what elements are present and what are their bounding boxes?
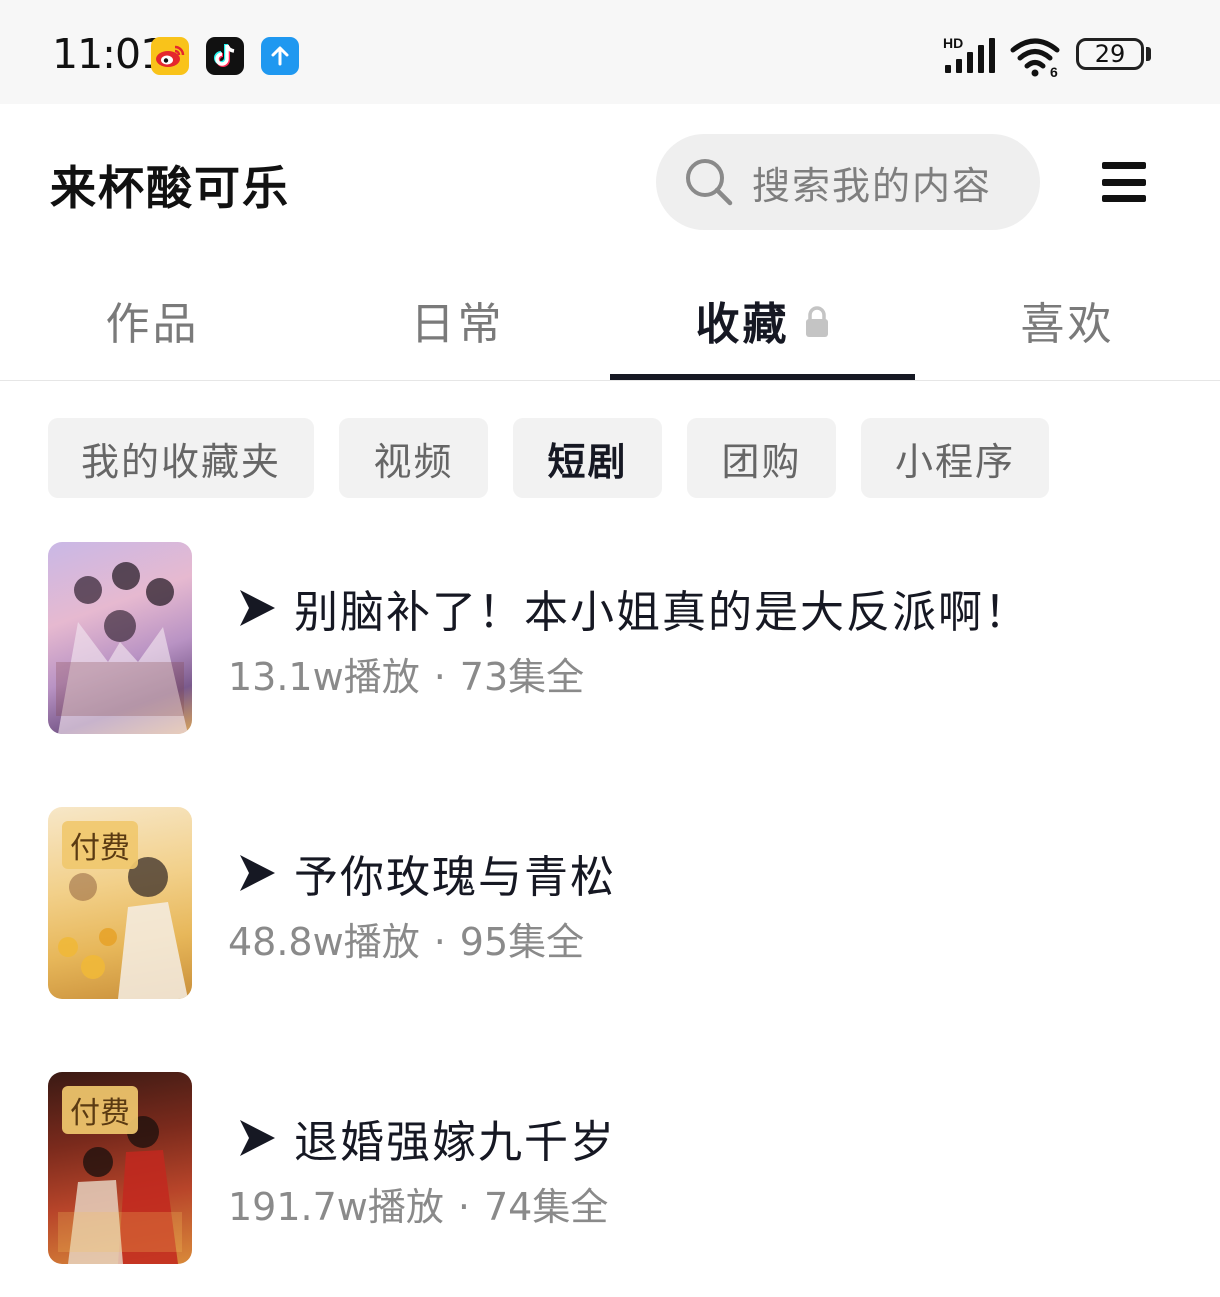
username: 来杯酸可乐	[50, 161, 290, 215]
profile-header: 来杯酸可乐 搜索我的内容	[0, 104, 1220, 260]
tab-label: 喜欢	[1020, 299, 1115, 350]
episode-count: 74集全	[483, 1185, 609, 1229]
menu-bar	[1102, 178, 1146, 186]
search-placeholder: 搜索我的内容	[752, 163, 993, 208]
signal-icon: HD	[943, 35, 999, 79]
tab-daily[interactable]: 日常	[305, 260, 610, 380]
play-count: 13.1w播放	[228, 655, 420, 699]
filter-chip-videos[interactable]: 视频	[339, 418, 488, 498]
tab-label: 作品	[105, 299, 200, 350]
wifi-icon: 6	[1010, 36, 1064, 82]
chip-label: 小程序	[894, 439, 1015, 484]
tab-label: 收藏	[695, 299, 790, 350]
short-drama-icon	[238, 853, 278, 893]
drama-poster[interactable]: 付费	[48, 1072, 192, 1264]
tab-works[interactable]: 作品	[0, 260, 305, 380]
chip-label: 我的收藏夹	[80, 439, 281, 484]
profile-tabs: 作品 日常 收藏 喜欢	[0, 260, 1220, 381]
drama-meta: 13.1w播放 · 73集全	[228, 646, 584, 701]
search-icon	[686, 159, 733, 206]
drama-meta: 48.8w播放 · 95集全	[228, 911, 584, 966]
battery-indicator: 29	[1076, 38, 1144, 70]
drama-title: 别脑补了！本小姐真的是大反派啊！	[238, 576, 1030, 640]
filter-chip-folders[interactable]: 我的收藏夹	[48, 418, 314, 498]
short-drama-icon	[238, 588, 278, 628]
drama-list-item[interactable]: 别脑补了！本小姐真的是大反派啊！ 13.1w播放 · 73集全	[48, 542, 1178, 734]
poster-art	[56, 562, 188, 734]
chip-label: 团购	[721, 439, 802, 484]
menu-button[interactable]	[1102, 162, 1146, 202]
search-input[interactable]: 搜索我的内容	[656, 134, 1040, 230]
play-count: 191.7w播放	[228, 1185, 444, 1229]
meta-separator: ·	[433, 655, 446, 699]
battery-tip	[1146, 47, 1151, 61]
drama-title-text: 别脑补了！本小姐真的是大反派啊！	[294, 587, 1030, 638]
upload-icon	[261, 37, 299, 75]
episode-count: 95集全	[459, 920, 585, 964]
tiktok-icon	[206, 37, 244, 75]
chip-label: 短剧	[547, 439, 628, 484]
drama-title-text: 退婚强嫁九千岁	[294, 1117, 616, 1168]
filter-chip-short-dramas[interactable]: 短剧	[513, 418, 662, 498]
drama-title: 予你玫瑰与青松	[238, 841, 616, 905]
paid-badge: 付费	[62, 821, 138, 869]
filter-chip-mini-programs[interactable]: 小程序	[861, 418, 1049, 498]
drama-poster[interactable]	[48, 542, 192, 734]
episode-count: 73集全	[459, 655, 585, 699]
meta-separator: ·	[433, 920, 446, 964]
svg-text:6: 6	[1050, 64, 1058, 78]
lock-icon	[805, 306, 828, 337]
network-label: HD	[943, 35, 963, 51]
menu-bar	[1102, 162, 1146, 169]
drama-title: 退婚强嫁九千岁	[238, 1106, 616, 1170]
meta-separator: ·	[457, 1185, 470, 1229]
active-tab-indicator	[610, 374, 915, 380]
weibo-icon	[151, 37, 189, 75]
drama-meta: 191.7w播放 · 74集全	[228, 1176, 608, 1231]
tab-likes[interactable]: 喜欢	[915, 260, 1220, 380]
drama-title-text: 予你玫瑰与青松	[294, 852, 616, 903]
drama-list-item[interactable]: 付费 退婚强嫁九千岁 191.7w播放 · 74集全	[48, 1072, 1178, 1264]
drama-poster[interactable]: 付费	[48, 807, 192, 999]
menu-bar	[1102, 195, 1146, 202]
clock: 11:01	[52, 30, 166, 78]
drama-list-item[interactable]: 付费 予你玫瑰与青松 48.8w播放 · 95集全	[48, 807, 1178, 999]
tab-label: 日常	[410, 299, 505, 350]
battery-level: 29	[1094, 40, 1126, 68]
chip-label: 视频	[373, 439, 454, 484]
filter-chip-group-buy[interactable]: 团购	[687, 418, 836, 498]
paid-badge: 付费	[62, 1086, 138, 1134]
play-count: 48.8w播放	[228, 920, 420, 964]
short-drama-icon	[238, 1118, 278, 1158]
status-bar: 11:01 HD 6 29	[0, 0, 1220, 104]
tab-favorites[interactable]: 收藏	[610, 260, 915, 380]
